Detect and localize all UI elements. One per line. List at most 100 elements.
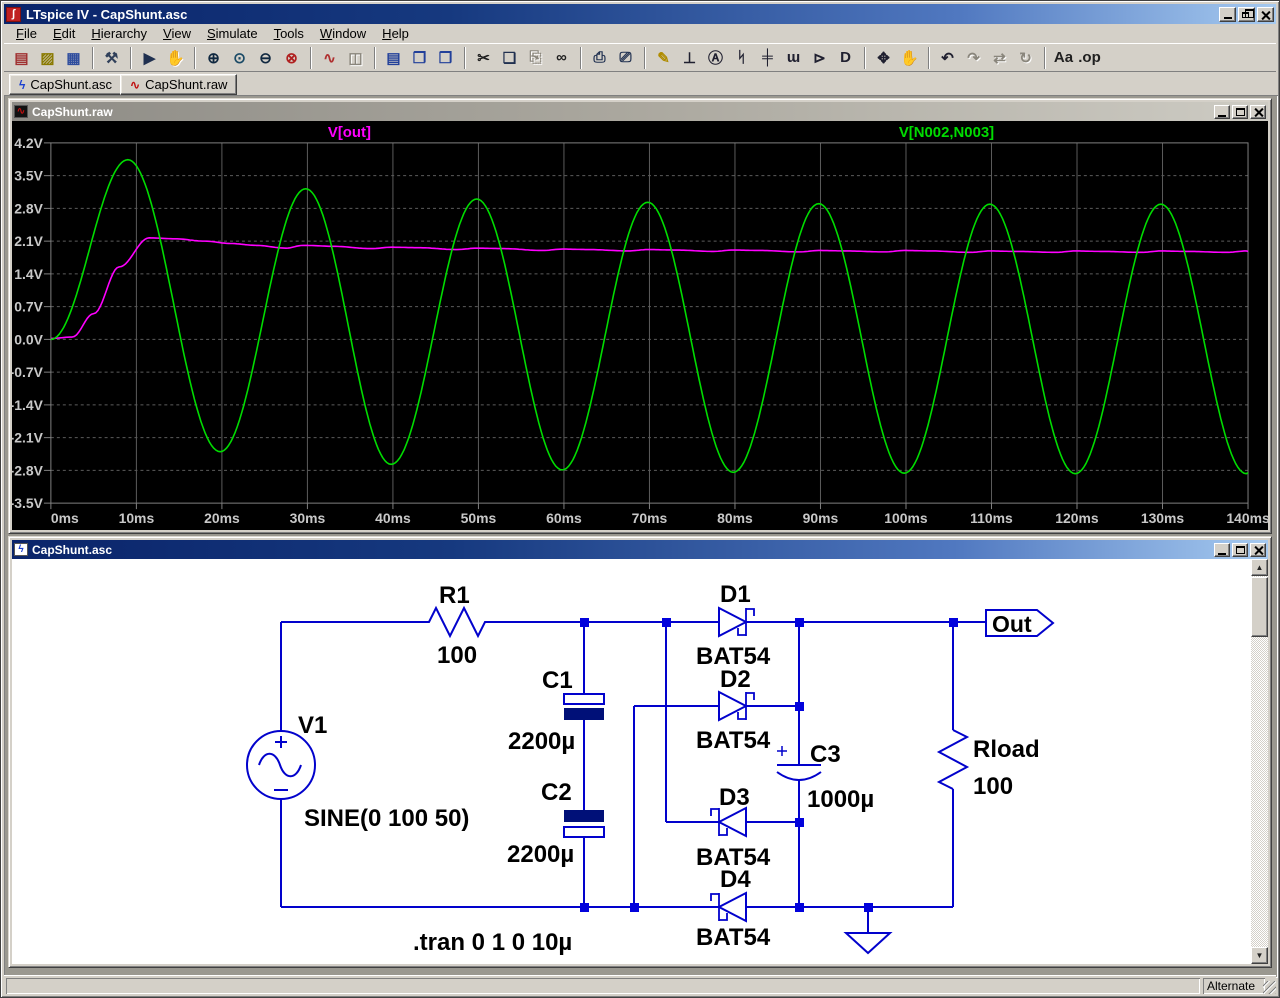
menu-bar: File Edit Hierarchy View Simulate Tools Window…	[4, 24, 1276, 43]
schematic-close-button[interactable]	[1250, 542, 1266, 557]
menu-window[interactable]: Window	[312, 25, 374, 42]
cut-button[interactable]: ✂	[471, 45, 496, 70]
v1-name-label[interactable]: V1	[298, 712, 327, 739]
out-net-label[interactable]: Out	[992, 611, 1032, 637]
label-net-button[interactable]: Ⓐ	[703, 45, 728, 70]
tile-vertically-button[interactable]: ❐	[407, 45, 432, 70]
capacitor-c2-symbol[interactable]	[563, 810, 605, 838]
print-preview-button[interactable]: ⎚	[613, 45, 638, 70]
tab-capshunt-asc[interactable]: ϟ CapShunt.asc	[9, 74, 123, 95]
tab-capshunt-raw[interactable]: ∿ CapShunt.raw	[120, 74, 238, 95]
menu-view[interactable]: View	[155, 25, 199, 42]
place-capacitor-button[interactable]: ╪	[755, 45, 780, 70]
rotate-button: ↻	[1013, 45, 1038, 70]
maximize-icon	[1235, 107, 1245, 116]
menu-hierarchy[interactable]: Hierarchy	[83, 25, 155, 42]
c2-value-label[interactable]: 2200µ	[507, 841, 574, 868]
minimize-button[interactable]	[1219, 6, 1236, 22]
x-axis-tick-label: 60ms	[546, 510, 582, 526]
resistor-rload-symbol[interactable]	[936, 729, 970, 790]
new-schematic-button[interactable]: ▤	[9, 45, 34, 70]
print-button[interactable]: ⎙	[587, 45, 612, 70]
zoom-out-button[interactable]: ⊖	[253, 45, 278, 70]
wires	[280, 621, 986, 933]
waveform-maximize-button[interactable]	[1232, 104, 1248, 119]
toolbar-separator	[1044, 46, 1046, 69]
close-icon	[1254, 107, 1263, 116]
trace-label-v-n002-n003-[interactable]: V[N002,N003]	[899, 124, 994, 141]
window-title: LTspice IV - CapShunt.asc	[26, 6, 188, 22]
d3-name-label[interactable]: D3	[719, 784, 750, 811]
c3-value-label[interactable]: 1000µ	[807, 786, 874, 813]
menu-simulate[interactable]: Simulate	[199, 25, 266, 42]
close-button[interactable]	[1257, 6, 1274, 22]
x-axis-tick-label: 10ms	[119, 510, 155, 526]
tile-horizontally-button[interactable]: ▤	[381, 45, 406, 70]
control-panel-button[interactable]: ⚒	[99, 45, 124, 70]
move-button[interactable]: ✥	[871, 45, 896, 70]
find-button[interactable]: ∞	[549, 45, 574, 70]
resize-grip[interactable]	[1263, 981, 1276, 994]
c2-name-label[interactable]: C2	[541, 779, 572, 806]
schematic-window-titlebar[interactable]: ϟ CapShunt.asc	[12, 540, 1268, 559]
waveform-minimize-button[interactable]	[1214, 104, 1230, 119]
drag-button[interactable]: ✋	[897, 45, 922, 70]
scroll-down-button[interactable]: ▼	[1251, 947, 1268, 964]
scrollbar-thumb[interactable]	[1251, 577, 1268, 637]
place-resistor-button[interactable]: ᛋ	[729, 45, 754, 70]
c1-value-label[interactable]: 2200µ	[508, 728, 575, 755]
scroll-up-button[interactable]: ▲	[1251, 559, 1268, 576]
ground-symbol[interactable]	[843, 932, 893, 955]
waveform-window-titlebar[interactable]: ∿ CapShunt.raw	[12, 102, 1268, 121]
d1-name-label[interactable]: D1	[720, 581, 751, 608]
c3-name-label[interactable]: C3	[810, 741, 841, 768]
y-axis-tick-label: -2.8V	[12, 462, 44, 478]
waveform-plot-area[interactable]: 4.2V 3.5V 2.8V 2.1V 1.4V 0.7V 0.0V -0.7V -1.4V -2…	[10, 121, 1270, 530]
d2-value-label[interactable]: BAT54	[696, 727, 771, 754]
schematic-vertical-scrollbar[interactable]: ▲ ▼	[1251, 559, 1268, 964]
waveform-close-button[interactable]	[1250, 104, 1266, 119]
d4-name-label[interactable]: D4	[720, 866, 751, 893]
copy-button[interactable]: ❏	[497, 45, 522, 70]
schematic-minimize-button[interactable]	[1214, 542, 1230, 557]
add-text-button[interactable]: Aa	[1051, 45, 1076, 70]
r1-name-label[interactable]: R1	[439, 582, 470, 609]
d4-value-label[interactable]: BAT54	[696, 924, 771, 951]
tran-directive-label[interactable]: .tran 0 1 0 10µ	[413, 929, 572, 956]
draw-wire-button[interactable]: ✎	[651, 45, 676, 70]
toolbar: ▤ ▨ ▦ ⚒ ▶ ✋ ⊕ ⊙ ⊖ ⊗ ∿ ◫ ▤ ❐ ❒ ✂ ❏ ⎘ ∞ ⎙ ⎚ ✎ ⊥ Ⓐ ᛋ ╪ ɯ ⊳ D ✥ ✋ ↶ ↷ ⇄ ↻ Aa .op	[4, 43, 1276, 71]
place-component-button[interactable]: D	[833, 45, 858, 70]
place-inductor-button[interactable]: ɯ	[781, 45, 806, 70]
waveform-plot[interactable]: 4.2V 3.5V 2.8V 2.1V 1.4V 0.7V 0.0V -0.7V -1.4V -2…	[10, 121, 1270, 530]
d2-name-label[interactable]: D2	[720, 666, 751, 693]
trace-label-v-out-[interactable]: V[out]	[328, 124, 371, 141]
rload-value-label[interactable]: 100	[973, 773, 1013, 800]
zoom-full-extents-button[interactable]: ⊗	[279, 45, 304, 70]
r1-value-label[interactable]: 100	[437, 642, 477, 669]
menu-file[interactable]: File	[8, 25, 45, 42]
zoom-area-button[interactable]: ⊙	[227, 45, 252, 70]
cascade-windows-button[interactable]: ❒	[433, 45, 458, 70]
schematic-canvas[interactable]: V1 SINE(0 100 50) R1 100 C1 2200µ C2 220…	[12, 559, 1268, 964]
resistor-r1-symbol[interactable]	[421, 605, 491, 639]
rload-name-label[interactable]: Rload	[973, 736, 1040, 763]
c1-name-label[interactable]: C1	[542, 667, 573, 694]
undo-button[interactable]: ↶	[935, 45, 960, 70]
capacitor-c1-symbol[interactable]	[563, 693, 605, 720]
run-button[interactable]: ▶	[137, 45, 162, 70]
zoom-in-button[interactable]: ⊕	[201, 45, 226, 70]
open-file-button[interactable]: ▨	[35, 45, 60, 70]
spice-directive-button[interactable]: .op	[1077, 45, 1102, 70]
menu-help[interactable]: Help	[374, 25, 417, 42]
schematic-maximize-button[interactable]	[1232, 542, 1248, 557]
v1-value-label[interactable]: SINE(0 100 50)	[304, 805, 469, 832]
restore-button[interactable]	[1238, 6, 1255, 22]
place-diode-button[interactable]: ⊳	[807, 45, 832, 70]
menu-edit[interactable]: Edit	[45, 25, 83, 42]
autorange-y-axis-button[interactable]: ∿	[317, 45, 342, 70]
place-ground-button[interactable]: ⊥	[677, 45, 702, 70]
menu-tools[interactable]: Tools	[266, 25, 312, 42]
tab-bar: ϟ CapShunt.asc ∿ CapShunt.raw	[4, 71, 1276, 95]
save-button[interactable]: ▦	[61, 45, 86, 70]
voltage-source-v1-symbol[interactable]	[246, 730, 316, 800]
